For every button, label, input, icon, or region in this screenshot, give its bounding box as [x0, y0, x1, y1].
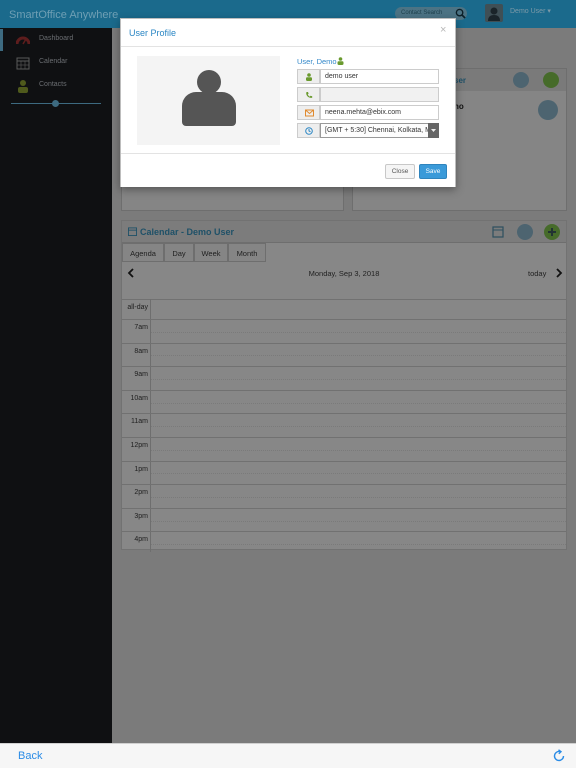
- clock-icon-addon: [297, 123, 320, 138]
- all-day-row[interactable]: all-day: [122, 299, 566, 319]
- hour-row[interactable]: 7am: [122, 319, 566, 343]
- half-hour-line: [151, 544, 566, 546]
- tab-day[interactable]: Day: [164, 243, 194, 262]
- envelope-icon: [305, 109, 314, 117]
- email-field[interactable]: neena.mehta@ebix.com: [320, 105, 439, 120]
- hour-row[interactable]: 2pm: [122, 484, 566, 508]
- half-hour-line: [151, 331, 566, 333]
- hour-label: 7am: [134, 324, 148, 331]
- tab-month[interactable]: Month: [228, 243, 266, 262]
- list-button[interactable]: [513, 72, 529, 88]
- hour-row[interactable]: 1pm: [122, 460, 566, 485]
- user-avatar[interactable]: [485, 4, 503, 22]
- active-indicator: [0, 29, 3, 51]
- hour-row[interactable]: 11am: [122, 413, 566, 437]
- view-tabs: Agenda Day Week Month: [122, 243, 566, 263]
- card-button[interactable]: [538, 100, 558, 120]
- search-icon[interactable]: [455, 8, 466, 19]
- person-icon: [18, 80, 28, 93]
- hour-row[interactable]: 3pm: [122, 507, 566, 532]
- calendar-panel: Calendar - Demo User Agenda Day Week Mon…: [121, 220, 567, 552]
- half-hour-line: [151, 496, 566, 498]
- sidebar-item-label: Contacts: [39, 81, 67, 88]
- hour-row[interactable]: 8am: [122, 342, 566, 367]
- timezone-row: [GMT + 5:30] Chennai, Kolkata, M: [297, 123, 440, 138]
- clock-icon: [305, 127, 313, 135]
- person-icon: [306, 73, 312, 81]
- email-row: neena.mehta@ebix.com: [297, 105, 440, 120]
- date-navigator: Monday, Sep 3, 2018 today: [122, 265, 566, 283]
- calendar-icon: [128, 227, 137, 236]
- close-button[interactable]: Close: [385, 164, 415, 179]
- back-button[interactable]: Back: [18, 750, 42, 762]
- next-arrow-icon[interactable]: [555, 268, 563, 278]
- half-hour-line: [151, 520, 566, 522]
- hour-row[interactable]: 9am: [122, 366, 566, 390]
- sidebar-item-dashboard[interactable]: Dashboard: [0, 29, 112, 51]
- calendar-view-button[interactable]: [490, 224, 506, 240]
- half-hour-line: [151, 402, 566, 404]
- list-button[interactable]: [517, 224, 533, 240]
- phone-field[interactable]: [320, 87, 439, 102]
- half-hour-line: [151, 449, 566, 451]
- profile-photo[interactable]: [137, 56, 280, 145]
- modal-title: User Profile: [129, 28, 177, 38]
- hour-label: 9am: [134, 371, 148, 379]
- sidebar: Dashboard Calendar Contacts: [0, 28, 112, 743]
- timezone-select[interactable]: [GMT + 5:30] Chennai, Kolkata, M: [320, 123, 439, 138]
- calendar-title: Calendar - Demo User: [140, 227, 235, 237]
- all-day-label: all-day: [127, 304, 148, 311]
- hour-label: 11am: [131, 418, 148, 426]
- phone-icon: [306, 92, 313, 98]
- hour-label: 2pm: [134, 489, 148, 497]
- calendar-icon: [16, 57, 30, 70]
- user-profile-modal: User Profile × User, Demo demo user neen…: [120, 18, 456, 187]
- avatar-placeholder-head: [197, 70, 221, 94]
- hour-label: 4pm: [134, 536, 148, 544]
- sidebar-item-calendar[interactable]: Calendar: [0, 52, 112, 74]
- close-icon[interactable]: ×: [440, 24, 446, 36]
- add-button[interactable]: [543, 72, 559, 88]
- add-event-button[interactable]: [544, 224, 560, 240]
- app-brand: SmartOffice Anywhere: [9, 9, 119, 21]
- hour-row[interactable]: 12pm: [122, 437, 566, 461]
- hour-label: 3pm: [134, 512, 148, 520]
- hour-label: 1pm: [134, 465, 148, 473]
- user-menu[interactable]: Demo User ▾: [510, 7, 551, 15]
- half-hour-line: [151, 355, 566, 357]
- sidebar-item-contacts[interactable]: Contacts: [0, 75, 112, 97]
- today-button[interactable]: today: [528, 269, 546, 278]
- zoom-slider-knob[interactable]: [52, 100, 59, 107]
- sidebar-item-label: Dashboard: [39, 35, 74, 42]
- display-name-field[interactable]: demo user: [320, 69, 439, 84]
- phone-icon-addon: [297, 87, 320, 102]
- sidebar-item-label: Calendar: [39, 58, 68, 65]
- half-hour-line: [151, 426, 566, 428]
- envelope-icon-addon: [297, 105, 320, 120]
- speedometer-icon: [16, 36, 30, 45]
- person-icon: [337, 57, 344, 65]
- hour-label: 12pm: [130, 442, 148, 449]
- refresh-icon[interactable]: [552, 749, 566, 763]
- half-hour-line: [151, 378, 566, 380]
- hour-row[interactable]: 4pm: [122, 531, 566, 555]
- hour-row[interactable]: 10am: [122, 389, 566, 414]
- hour-label: 8am: [134, 347, 148, 355]
- person-icon-addon: [297, 69, 320, 84]
- chevron-down-icon[interactable]: [428, 123, 439, 138]
- half-hour-line: [151, 473, 566, 475]
- phone-row: [297, 87, 440, 102]
- modal-header: User Profile ×: [121, 19, 455, 47]
- hour-label: 10am: [130, 394, 148, 402]
- current-date: Monday, Sep 3, 2018: [308, 269, 380, 278]
- user-name-link[interactable]: User, Demo: [297, 57, 337, 66]
- modal-footer: Close Save: [121, 153, 455, 187]
- tab-week[interactable]: Week: [194, 243, 228, 262]
- display-name-row: demo user: [297, 69, 440, 84]
- save-button[interactable]: Save: [419, 164, 447, 179]
- calendar-header: Calendar - Demo User: [122, 221, 566, 243]
- avatar-placeholder-body: [182, 92, 236, 126]
- bottom-bar: Back: [0, 743, 576, 768]
- tab-agenda[interactable]: Agenda: [122, 243, 164, 262]
